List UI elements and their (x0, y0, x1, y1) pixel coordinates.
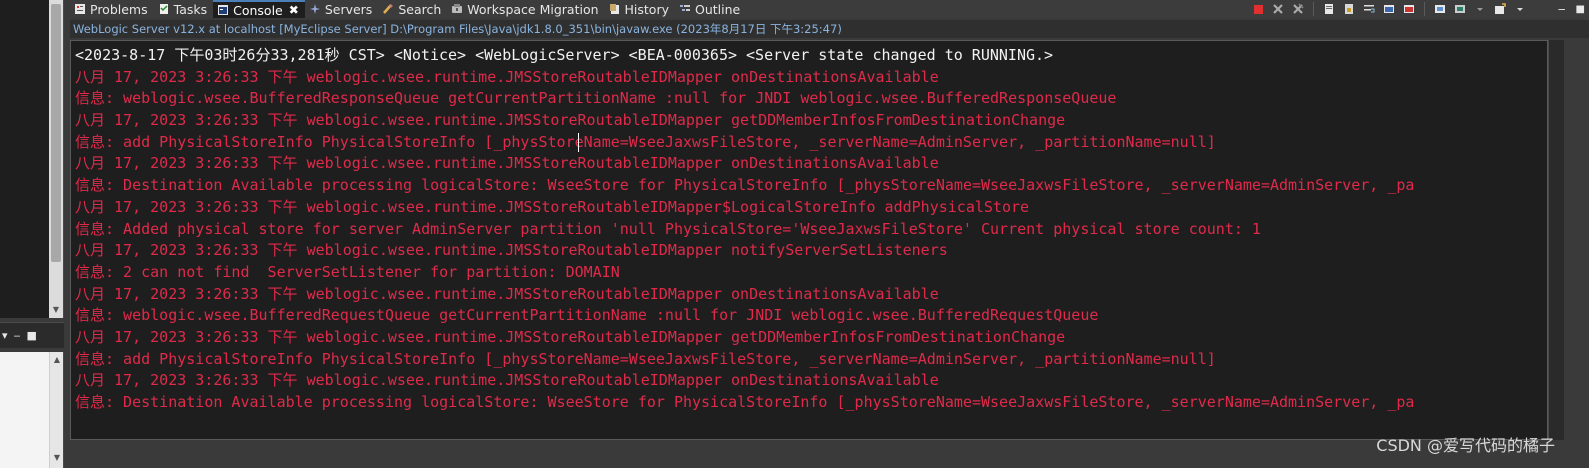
tab-workspace-migration[interactable]: Workspace Migration (447, 0, 604, 18)
console-line: 八月 17, 2023 3:26:33 下午 weblogic.wsee.run… (75, 154, 939, 173)
console-line: 八月 17, 2023 3:26:33 下午 weblogic.wsee.run… (75, 284, 939, 303)
close-tab-icon[interactable]: ✖ (289, 3, 299, 17)
console-icon (217, 4, 229, 16)
tab-servers[interactable]: Servers (305, 0, 379, 18)
problems-icon (74, 3, 86, 15)
console-line: 八月 17, 2023 3:26:33 下午 weblogic.wsee.run… (75, 371, 939, 390)
tab-label: Console (233, 2, 283, 18)
tab-label: Tasks (173, 1, 208, 17)
left-bottom-view-panel: ▲ ▼ (0, 352, 64, 468)
console-process-label: WebLogic Server v12.x at localhost [MyEc… (70, 20, 1589, 38)
console-text[interactable]: <2023-8-17 下午03时26分33,281秒 CST> <Notice>… (75, 45, 1547, 414)
tab-search[interactable]: Search (378, 0, 447, 18)
toolbar-separator (1313, 2, 1314, 16)
tab-label: Problems (90, 1, 148, 17)
tab-label: Outline (695, 1, 741, 17)
console-line: 信息: weblogic.wsee.BufferedRequestQueue g… (75, 306, 1099, 325)
console-line: <2023-8-17 下午03时26分33,281秒 CST> <Notice>… (75, 46, 1054, 64)
text-caret (578, 133, 579, 152)
show-on-stdout-icon[interactable] (1382, 2, 1396, 16)
open-console-dropdown-icon[interactable] (1513, 2, 1527, 16)
maximize-view-icon[interactable]: ■ (27, 329, 37, 342)
watermark: CSDN @爱写代码的橘子 (1376, 436, 1555, 455)
console-line: 信息: add PhysicalStoreInfo PhysicalStoreI… (75, 349, 1216, 368)
word-wrap-icon[interactable] (1362, 2, 1376, 16)
toolbar-separator (1424, 2, 1425, 16)
console-line: 信息: Added physical store for server Admi… (75, 219, 1261, 238)
scroll-down-arrow-icon[interactable]: ▼ (49, 304, 63, 316)
history-icon (609, 3, 621, 15)
console-line: 八月 17, 2023 3:26:33 下午 weblogic.wsee.run… (75, 197, 1030, 216)
left-view-panel: ▼ (0, 0, 64, 318)
console-line: 八月 17, 2023 3:26:33 下午 weblogic.wsee.run… (75, 327, 1066, 346)
scroll-lock-icon[interactable] (1342, 2, 1356, 16)
workspace-migration-icon (451, 3, 463, 15)
console-line: 八月 17, 2023 3:26:33 下午 weblogic.wsee.run… (75, 111, 1066, 130)
tab-problems[interactable]: Problems (70, 0, 154, 18)
scroll-up-arrow-icon[interactable]: ▲ (50, 354, 64, 366)
terminate-icon[interactable] (1251, 2, 1265, 16)
console-dropdown-icon[interactable] (1473, 2, 1487, 16)
show-on-stderr-icon[interactable] (1402, 2, 1416, 16)
left-view-toolbar: ▾ ‒ ■ (0, 322, 64, 348)
tab-label: Workspace Migration (467, 1, 599, 17)
tab-label: Servers (324, 1, 373, 17)
left-view-scroll-thumb[interactable] (51, 4, 61, 262)
console-line: 信息: add PhysicalStoreInfo PhysicalStoreI… (75, 132, 1216, 151)
left-bottom-scrollbar[interactable]: ▲ ▼ (49, 352, 63, 468)
left-view-scrollbar[interactable]: ▼ (49, 0, 63, 318)
view-window-controls: ‒ ■ (1558, 0, 1585, 18)
console-line: 信息: Destination Available processing log… (75, 393, 1415, 411)
tasks-icon (158, 3, 170, 15)
tab-console[interactable]: Console ✖ (213, 0, 305, 18)
servers-icon (309, 3, 321, 15)
console-line: 八月 17, 2023 3:26:33 下午 weblogic.wsee.run… (75, 67, 939, 86)
view-menu-icon[interactable]: ▾ (2, 329, 8, 342)
clear-console-icon[interactable] (1322, 2, 1336, 16)
console-line: 信息: Destination Available processing log… (75, 176, 1415, 195)
display-selected-console-icon[interactable] (1453, 2, 1467, 16)
minimize-view-icon[interactable]: ‒ (1558, 2, 1566, 16)
pin-console-icon[interactable] (1433, 2, 1447, 16)
tab-label: History (624, 1, 669, 17)
tab-outline[interactable]: Outline (675, 0, 746, 18)
console-line: 信息: 2 can not find ServerSetListener for… (75, 262, 620, 281)
console-output-area[interactable]: <2023-8-17 下午03时26分33,281秒 CST> <Notice>… (70, 40, 1548, 440)
tab-history[interactable]: History (605, 0, 675, 18)
tab-label: Search (398, 1, 442, 17)
search-icon (382, 3, 394, 15)
remove-launch-icon[interactable] (1271, 2, 1285, 16)
console-toolbar (1251, 0, 1527, 18)
console-vertical-scrollbar[interactable] (1548, 40, 1564, 440)
scroll-down-arrow-icon[interactable]: ▼ (50, 452, 64, 464)
remove-all-terminated-icon[interactable] (1291, 2, 1305, 16)
console-line: 八月 17, 2023 3:26:33 下午 weblogic.wsee.run… (75, 241, 948, 260)
tab-tasks[interactable]: Tasks (154, 0, 214, 18)
outline-icon (679, 3, 691, 15)
open-console-icon[interactable] (1493, 2, 1507, 16)
minimize-view-icon[interactable]: ‒ (14, 329, 21, 342)
console-line: 信息: weblogic.wsee.BufferedResponseQueue … (75, 89, 1117, 108)
maximize-view-icon[interactable]: ■ (1576, 4, 1585, 15)
